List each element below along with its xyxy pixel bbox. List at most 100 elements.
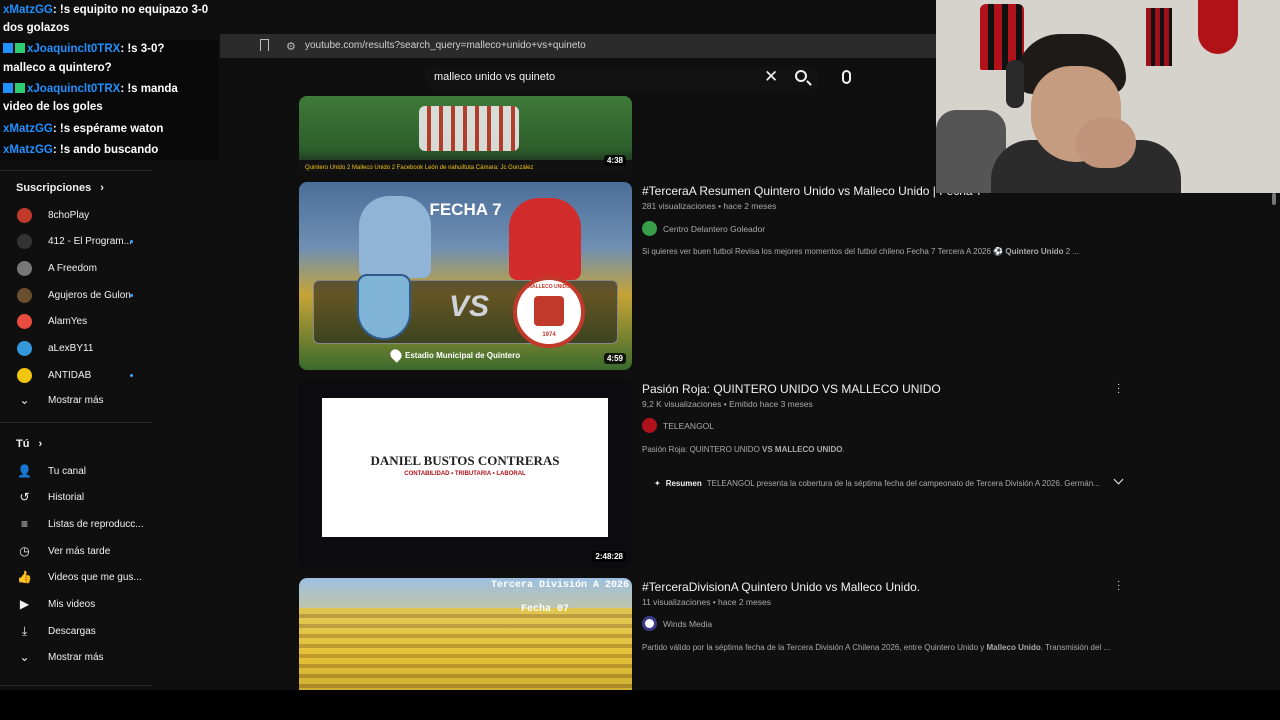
search-input[interactable]: malleco unido vs quineto bbox=[434, 71, 555, 83]
sidebar-subscription-item[interactable]: A Freedom bbox=[0, 256, 152, 280]
channel-link[interactable]: Winds Media bbox=[642, 616, 712, 631]
desc-text: Partido válido por la séptima fecha de l… bbox=[642, 643, 987, 652]
voice-search-icon[interactable] bbox=[842, 70, 851, 84]
sidebar-you-item[interactable]: ◷ Ver más tarde bbox=[0, 539, 152, 563]
sidebar-you-item[interactable]: 👍 Videos que me gus... bbox=[0, 566, 152, 590]
video-description: Si quieres ver buen futbol Revisa los me… bbox=[642, 247, 1079, 256]
chat-line: malleco a quintero? bbox=[3, 58, 112, 78]
video-thumbnail[interactable]: FECHA 7 VS MALLECO UNIDO 1974 Estadio Mu… bbox=[299, 182, 632, 370]
chat-badge-icon bbox=[3, 83, 13, 93]
download-icon: ⤓ bbox=[21, 623, 28, 638]
you-item-label: Ver más tarde bbox=[48, 545, 111, 557]
desc-highlight: Malleco Unido bbox=[986, 643, 1041, 652]
chat-line: xJoaquinclt0TRX: !s manda bbox=[3, 79, 178, 99]
chat-message: malleco a quintero? bbox=[3, 62, 112, 74]
show-more-label: Mostrar más bbox=[48, 651, 104, 663]
headset-icon bbox=[1006, 60, 1024, 108]
chat-message: video de los goles bbox=[3, 101, 103, 113]
chat-username: xMatzGG bbox=[3, 4, 53, 16]
sidebar-subscription-item[interactable]: 8choPlay bbox=[0, 203, 152, 227]
you-heading[interactable]: Tú › bbox=[16, 438, 42, 450]
sidebar-you-item[interactable]: ▶ Mis videos bbox=[0, 593, 152, 617]
more-actions-icon[interactable]: · · · bbox=[1117, 577, 1120, 595]
video-title[interactable]: #TerceraDivisionA Quintero Unido vs Mall… bbox=[642, 580, 920, 594]
sidebar-divider bbox=[0, 170, 152, 171]
sidebar-you-item[interactable]: ≡ Listas de reproducc... bbox=[0, 512, 152, 536]
sidebar-you-item[interactable]: ⤓ Descargas bbox=[0, 619, 152, 643]
sidebar-subscription-item[interactable]: ANTIDAB bbox=[0, 363, 152, 387]
stadium-image bbox=[299, 608, 632, 690]
streamer-hand bbox=[1076, 118, 1136, 168]
chat-username: xJoaquinclt0TRX bbox=[27, 83, 121, 95]
subscriptions-heading[interactable]: Suscripciones › bbox=[16, 182, 104, 194]
subscriptions-show-more[interactable]: ⌄ Mostrar más bbox=[0, 388, 152, 412]
chevron-down-icon: ⌄ bbox=[19, 649, 30, 664]
playlists-icon: ≡ bbox=[20, 516, 28, 531]
sidebar-you-item[interactable]: 👤 Tu canal bbox=[0, 459, 152, 483]
video-duration: 2:48:28 bbox=[592, 551, 626, 562]
sidebar-divider bbox=[0, 685, 152, 686]
sidebar-subscription-item[interactable]: AlamYes bbox=[0, 310, 152, 334]
you-item-label: Historial bbox=[48, 492, 85, 504]
page-scrollbar[interactable] bbox=[1272, 193, 1276, 205]
chat-message: dos golazos bbox=[3, 22, 70, 34]
more-actions-icon[interactable]: · · · bbox=[1117, 380, 1120, 398]
video-description: Partido válido por la séptima fecha de l… bbox=[642, 643, 1110, 652]
chat-line: xMatzGG: !s equipito no equipazo 3-0 bbox=[3, 0, 208, 20]
sidebar-subscription-item[interactable]: 412 - El Program... bbox=[0, 230, 152, 254]
chat-line: video de los goles bbox=[3, 97, 103, 117]
chat-line: xMatzGG: !s espérame waton bbox=[3, 119, 163, 139]
channel-avatar bbox=[17, 207, 32, 223]
you-item-label: Descargas bbox=[48, 625, 96, 637]
you-label: Tú bbox=[16, 438, 30, 450]
show-more-label: Mostrar más bbox=[48, 394, 104, 406]
stream-chat-overlay: xMatzGG: !s equipito no equipazo 3-0 dos… bbox=[0, 0, 220, 162]
video-duration: 4:59 bbox=[603, 353, 626, 364]
site-info-icon[interactable]: ⚙ bbox=[286, 40, 296, 53]
chat-message: : !s equipito no equipazo 3-0 bbox=[52, 4, 209, 16]
clear-search-icon[interactable]: ✕ bbox=[764, 67, 778, 87]
url-text[interactable]: youtube.com/results?search_query=malleco… bbox=[305, 40, 586, 51]
sidebar-you-item[interactable]: ↺ Historial bbox=[0, 486, 152, 510]
video-thumbnail[interactable]: Quintero Unido 2 Malleco Unido 2 Faceboo… bbox=[299, 96, 632, 172]
video-meta: 11 visualizaciones • hace 2 meses bbox=[642, 597, 771, 607]
new-content-dot bbox=[130, 240, 133, 244]
jersey-image bbox=[1146, 8, 1172, 66]
browser-address-bar[interactable]: ⚙ youtube.com/results?search_query=malle… bbox=[220, 34, 936, 58]
bookmark-icon[interactable] bbox=[260, 39, 269, 51]
search-icon[interactable] bbox=[795, 70, 807, 82]
watch-later-icon: ◷ bbox=[19, 543, 30, 558]
summary-text: TELEANGOL presenta la cobertura de la sé… bbox=[706, 478, 1100, 488]
location-pin-icon bbox=[388, 347, 404, 363]
history-icon: ↺ bbox=[19, 490, 30, 505]
video-thumbnail[interactable]: Tercera División A 2026 Fecha 07 bbox=[299, 578, 632, 690]
video-title[interactable]: #TerceraA Resumen Quintero Unido vs Mall… bbox=[642, 184, 983, 198]
you-show-more[interactable]: ⌄ Mostrar más bbox=[0, 645, 152, 669]
channel-avatar bbox=[642, 616, 657, 631]
ai-summary[interactable]: ✦ Resumen TELEANGOL presenta la cobertur… bbox=[642, 471, 1132, 495]
you-item-label: Mis videos bbox=[48, 599, 96, 610]
chat-username: xMatzGG bbox=[3, 144, 53, 156]
channel-avatar bbox=[17, 314, 32, 330]
channel-avatar bbox=[17, 341, 32, 356]
video-thumbnail[interactable]: DANIEL BUSTOS CONTRERAS CONTABILIDAD • T… bbox=[299, 380, 632, 568]
chevron-right-icon: › bbox=[100, 182, 104, 194]
search-box[interactable]: malleco unido vs quineto ✕ bbox=[424, 66, 820, 90]
chat-line: dos golazos bbox=[3, 18, 69, 38]
sidebar-subscription-item[interactable]: aLexBY11 bbox=[0, 337, 152, 361]
chat-message: : !s 3-0? bbox=[120, 43, 165, 55]
chevron-right-icon: › bbox=[38, 438, 43, 450]
chat-message: : !s ando buscando bbox=[52, 144, 159, 156]
channel-link[interactable]: Centro Delantero Goleador bbox=[642, 221, 765, 236]
new-content-dot bbox=[130, 373, 133, 377]
sponsor-card: DANIEL BUSTOS CONTRERAS CONTABILIDAD • T… bbox=[322, 398, 608, 537]
sidebar-subscription-item[interactable]: Agujeros de Gulon bbox=[0, 283, 152, 307]
channel-avatar bbox=[17, 367, 32, 383]
sparkle-icon: ✦ bbox=[654, 478, 661, 488]
channel-link[interactable]: TELEANGOL bbox=[642, 418, 714, 433]
you-item-label: Listas de reproducc... bbox=[48, 518, 144, 530]
channel-name: Centro Delantero Goleador bbox=[663, 223, 766, 234]
video-title[interactable]: Pasión Roja: QUINTERO UNIDO VS MALLECO U… bbox=[642, 382, 941, 396]
expand-chevron-icon[interactable] bbox=[1113, 474, 1124, 485]
thumbnail-line2: Fecha 07 bbox=[520, 604, 569, 615]
